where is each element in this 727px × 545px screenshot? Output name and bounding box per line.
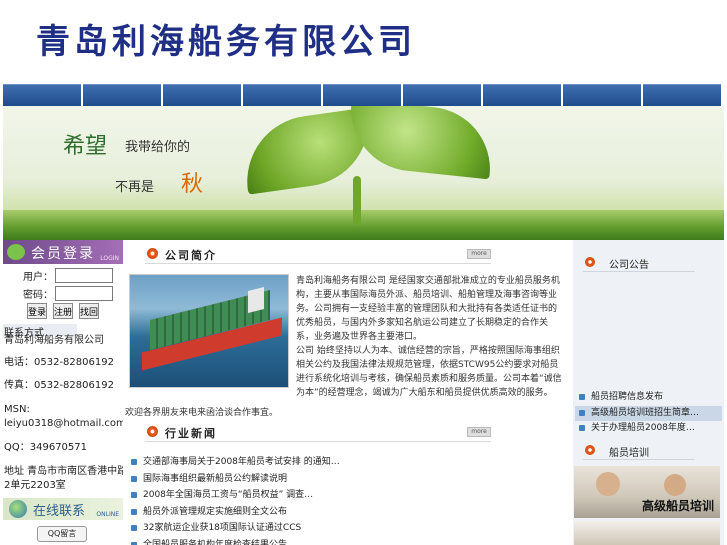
bullet-circle-icon: [147, 426, 158, 437]
about-header: 公司简介 more: [145, 244, 491, 264]
nav-item-2[interactable]: [83, 84, 161, 106]
news-item[interactable]: 32家航运企业获18项国际认证通过CCS: [129, 520, 489, 537]
recover-button[interactable]: 找回: [79, 303, 99, 319]
person-figure: [664, 474, 686, 496]
training-photo-caption: 高级船员培训: [641, 499, 714, 513]
news-list: 交通部海事局关于2008年船员考试安排 的通知… 国际海事组织最新船员公约解读说…: [129, 454, 489, 545]
training-header: 船员培训: [583, 442, 695, 460]
contact-msn[interactable]: leiyu0318@hotmail.com: [4, 417, 126, 431]
banner-word-3: 不再是: [115, 180, 155, 195]
nav-item-1[interactable]: [3, 84, 81, 106]
online-title: 在线联系: [33, 504, 86, 519]
header: 青岛利海船务有限公司: [0, 0, 727, 84]
left-sidebar: 会员登录 LOGIN 用户： 密码： 登录 注册 找回 联系方式 青岛利海船务有…: [3, 240, 126, 545]
contact-tel: 电话：0532-82806192: [4, 357, 114, 368]
about-paragraph-1: 青岛利海船务有限公司 是经国家交通部批准成立的专业船员服务机构，主要从事国际海员…: [296, 276, 560, 342]
notice-item[interactable]: 高级船员培训班招生简章…: [575, 405, 722, 421]
login-header: 会员登录 LOGIN: [3, 240, 123, 264]
bullet-circle-icon: [147, 248, 158, 259]
banner-image: 希望 我带给你的 不再是 秋: [3, 106, 724, 240]
right-sidebar: 公司公告 船员招聘信息发布 高级船员培训班招生简章… 关于办理船员2008年度……: [573, 240, 724, 545]
person-figure: [596, 472, 620, 496]
company-title: 青岛利海船务有限公司: [36, 22, 416, 62]
password-label: 密码：: [23, 290, 53, 301]
sprout-leaf-right: [344, 106, 497, 180]
login-button[interactable]: 登录: [27, 303, 47, 319]
training-title: 船员培训: [609, 448, 649, 459]
about-more-button[interactable]: more: [467, 249, 491, 259]
username-row: 用户：: [23, 268, 113, 283]
notice-list: 船员招聘信息发布 高级船员培训班招生简章… 关于办理船员2008年度…: [575, 390, 722, 437]
online-contact-header: 在线联系 ONLINE: [3, 498, 123, 520]
main-navbar: [0, 84, 727, 106]
container-ship-image: [129, 274, 289, 388]
news-item[interactable]: 国际海事组织最新船员公约解读说明: [129, 471, 489, 488]
news-more-button[interactable]: more: [467, 427, 491, 437]
training-photo-2[interactable]: [574, 521, 720, 545]
banner-word-2: 我带给你的: [125, 140, 191, 155]
bullet-circle-icon: [585, 445, 595, 455]
training-photo[interactable]: 高级船员培训: [574, 466, 720, 518]
banner-word-autumn: 秋: [181, 172, 204, 197]
notice-item[interactable]: 船员招聘信息发布: [575, 390, 722, 406]
news-header: 行业新闻 more: [145, 422, 491, 442]
contact-address-2: 2单元2203室: [4, 480, 66, 491]
contact-company: 青岛利海船务有限公司: [4, 335, 104, 346]
nav-item-4[interactable]: [243, 84, 321, 106]
contact-msn-label: MSN:: [4, 404, 30, 415]
notice-item[interactable]: 关于办理船员2008年度…: [575, 421, 722, 437]
nav-item-6[interactable]: [403, 84, 481, 106]
bullet-circle-icon: [585, 257, 595, 267]
notice-header: 公司公告: [583, 254, 695, 272]
frog-icon: [7, 244, 25, 260]
username-input[interactable]: [55, 268, 113, 283]
contact-qq: QQ：349670571: [4, 442, 88, 453]
contact-fax: 传真：0532-82806192: [4, 380, 114, 391]
about-paragraph-2: 公司 始终坚持以人为本、诚信经营的宗旨，严格按照国际海事组织相关公约及我国法律法…: [296, 346, 562, 398]
nav-item-7[interactable]: [483, 84, 561, 106]
login-title: 会员登录: [31, 246, 95, 262]
about-title: 公司简介: [165, 249, 217, 262]
notice-title: 公司公告: [609, 260, 649, 271]
contact-address: 地址 青岛市市南区香港中路15号黄金广场6号楼: [4, 466, 124, 477]
password-input[interactable]: [55, 286, 113, 301]
news-item[interactable]: 交通部海事局关于2008年船员考试安排 的通知…: [129, 454, 489, 471]
main-content: 公司简介 more 青岛利海船务有限公司 是经国家交通部批准成立的专业船员服务机…: [123, 240, 573, 545]
news-title: 行业新闻: [165, 427, 217, 440]
about-text: 青岛利海船务有限公司 是经国家交通部批准成立的专业船员服务机构，主要从事国际海员…: [296, 274, 564, 400]
nav-item-3[interactable]: [163, 84, 241, 106]
nav-item-9[interactable]: [643, 84, 721, 106]
register-button[interactable]: 注册: [53, 303, 73, 319]
login-title-en: LOGIN: [100, 255, 119, 262]
banner-word-hope: 希望: [63, 134, 108, 159]
login-buttons: 登录 注册 找回: [27, 303, 99, 319]
news-item[interactable]: 2008年全国海员工资与“船员权益” 调查…: [129, 487, 489, 504]
username-label: 用户：: [23, 272, 53, 283]
sprout-stem: [353, 176, 361, 226]
grass-decoration: [3, 210, 724, 240]
nav-item-5[interactable]: [323, 84, 401, 106]
globe-icon: [9, 500, 27, 518]
online-title-en: ONLINE: [96, 511, 119, 518]
news-item[interactable]: 船员外派管理规定实施细则全文公布: [129, 504, 489, 521]
about-tail-text: 欢迎各界朋友来电来函洽谈合作事宜。: [125, 408, 279, 418]
password-row: 密码：: [23, 286, 113, 301]
news-item[interactable]: 全国船员服务机构年度检查结果公告: [129, 537, 489, 545]
qq-message-button[interactable]: QQ留言: [37, 526, 87, 542]
ship-bridge: [248, 287, 264, 313]
nav-item-8[interactable]: [563, 84, 641, 106]
